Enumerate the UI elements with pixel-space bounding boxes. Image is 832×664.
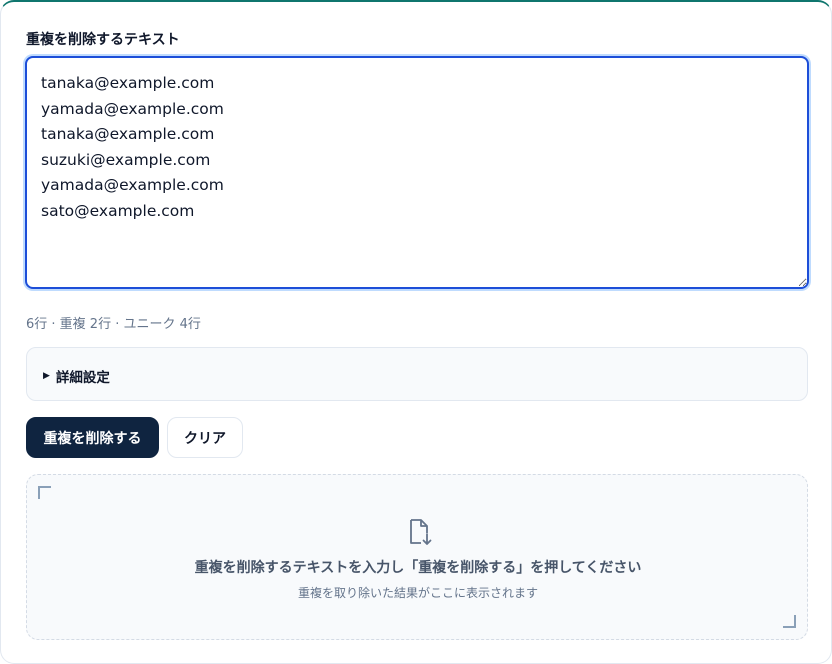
corner-marker-bottom-right bbox=[783, 615, 796, 628]
line-stats: 6行 · 重複 2行 · ユニーク 4行 bbox=[26, 317, 201, 332]
textarea-label: 重複を削除するテキスト bbox=[26, 32, 180, 48]
dedupe-card: 重複を削除するテキスト tanaka@example.com yamada@ex… bbox=[0, 0, 832, 664]
file-download-icon bbox=[410, 519, 432, 545]
advanced-settings: ▶ 詳細設定 bbox=[26, 347, 808, 401]
advanced-settings-label: 詳細設定 bbox=[55, 370, 110, 386]
dedupe-button[interactable]: 重複を削除する bbox=[26, 417, 159, 458]
caret-right-icon: ▶ bbox=[43, 371, 50, 381]
corner-marker-top-left bbox=[38, 486, 51, 499]
clear-button[interactable]: クリア bbox=[167, 417, 243, 458]
result-panel: 重複を削除するテキストを入力し「重複を削除する」を押してください 重複を取り除い… bbox=[26, 474, 808, 640]
text-input[interactable]: tanaka@example.com yamada@example.com ta… bbox=[25, 56, 809, 289]
advanced-settings-toggle[interactable]: ▶ 詳細設定 bbox=[43, 366, 110, 386]
empty-state-title: 重複を削除するテキストを入力し「重複を削除する」を押してください bbox=[194, 560, 642, 576]
empty-state-subtitle: 重複を取り除いた結果がここに表示されます bbox=[297, 586, 538, 600]
